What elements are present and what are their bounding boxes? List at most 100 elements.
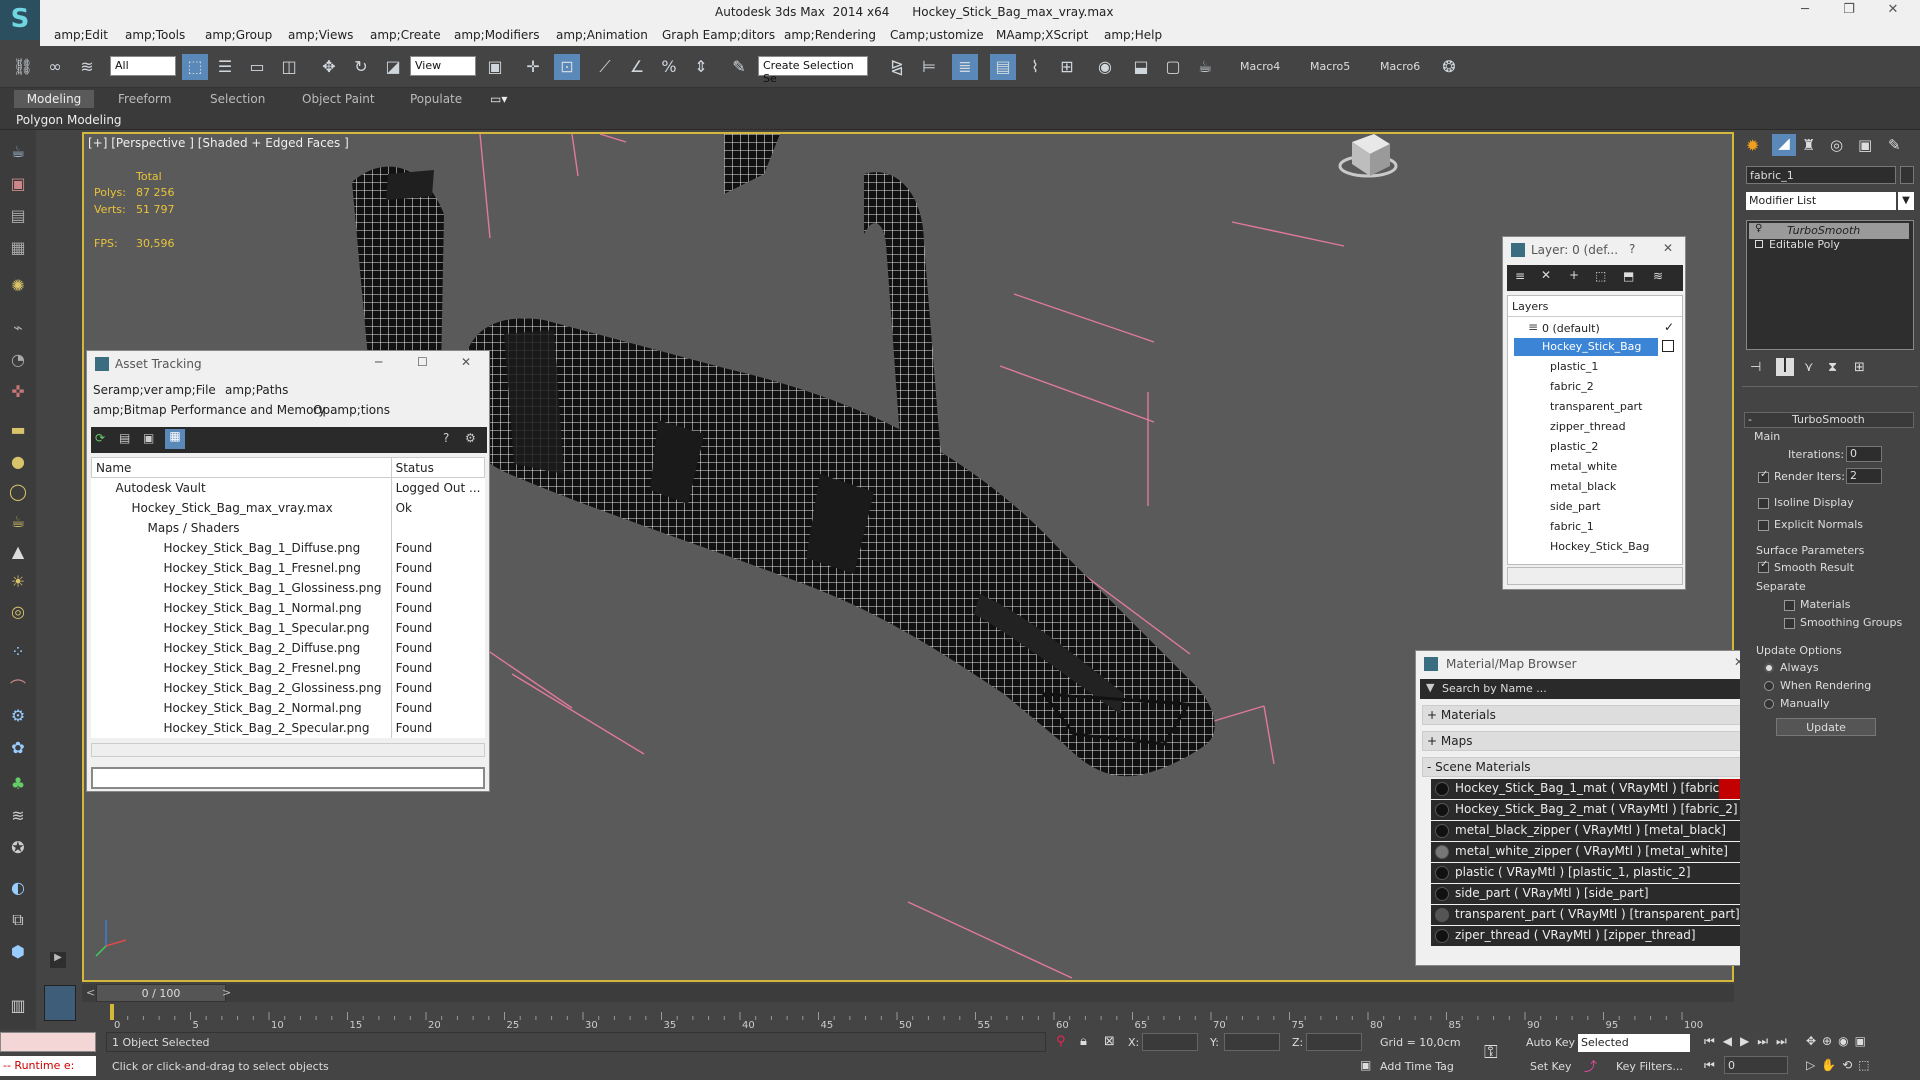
new-layer-icon[interactable]: ≡ xyxy=(1515,269,1525,283)
table-row[interactable]: Hockey_Stick_Bag_2_Specular.png Found xyxy=(92,717,485,738)
move-icon[interactable]: ✥ xyxy=(316,54,342,80)
list-item[interactable]: metal_black_zipper ( VRayMtl ) [metal_bl… xyxy=(1431,821,1743,841)
delete-layer-icon[interactable]: ✕ xyxy=(1541,268,1551,282)
polygon-modeling-label[interactable]: Polygon Modeling xyxy=(16,113,122,127)
motion-tab-icon[interactable]: ◎ xyxy=(1830,136,1843,154)
reference-coordinate-dropdown[interactable]: View xyxy=(410,56,476,76)
asset-menu-server[interactable]: Seramp;ver xyxy=(93,383,163,397)
menu-help[interactable]: amp;Help xyxy=(1104,28,1162,42)
rendered-frame-window-icon[interactable]: ▢ xyxy=(1160,54,1186,80)
refresh-icon[interactable]: ⟳ xyxy=(95,431,105,445)
render-setup-icon[interactable]: ⬓ xyxy=(1128,54,1154,80)
pivot-center-icon[interactable]: ▣ xyxy=(482,54,508,80)
tab-freeform[interactable]: Freeform xyxy=(118,92,171,106)
select-object-icon[interactable]: ⬚ xyxy=(182,54,208,80)
x-coordinate-field[interactable] xyxy=(1142,1033,1198,1051)
display-tab-icon[interactable]: ▣ xyxy=(1858,136,1872,154)
asset-minimize-button[interactable]: ─ xyxy=(375,355,382,369)
asset-horizontal-scrollbar[interactable] xyxy=(91,743,485,757)
auto-key-button[interactable]: Auto Key xyxy=(1526,1036,1575,1049)
grid-tool-icon[interactable]: ▦ xyxy=(6,238,30,262)
lightbulb-icon[interactable]: ♀ xyxy=(1755,223,1762,234)
unlink-icon[interactable]: ∞ xyxy=(42,54,68,80)
playback-controls[interactable]: ⏮◀▶⏭⏭ xyxy=(1704,1034,1795,1049)
key-mode-toggle-icon[interactable]: ⏮ xyxy=(1704,1058,1715,1073)
list-item[interactable]: ziper_thread ( VRayMtl ) [zipper_thread] xyxy=(1431,926,1743,946)
macro5-button[interactable]: Macro5 xyxy=(1310,60,1350,73)
isoline-checkbox[interactable] xyxy=(1758,498,1769,509)
materials-checkbox[interactable] xyxy=(1784,600,1795,611)
asset-path-field[interactable] xyxy=(91,767,485,789)
scene-explorer-icon[interactable]: ▥ xyxy=(6,996,30,1020)
iterations-spinner[interactable]: 0 xyxy=(1846,446,1882,462)
layer-child-fabric-1[interactable]: fabric_1 xyxy=(1550,520,1594,533)
absolute-mode-icon[interactable]: ⊠ xyxy=(1104,1034,1115,1049)
menu-maxscript[interactable]: MAamp;XScript xyxy=(996,28,1088,42)
table-row[interactable]: Maps / Shaders xyxy=(92,517,485,538)
mirror-icon[interactable]: ⧎ xyxy=(884,54,910,80)
add-to-layer-icon[interactable]: + xyxy=(1569,268,1579,282)
prev-frame-arrow-icon[interactable]: < xyxy=(86,986,95,999)
table-row[interactable]: Hockey_Stick_Bag_1_Glossiness.png Found xyxy=(92,577,485,598)
maxscript-listener-top[interactable] xyxy=(0,1032,96,1052)
list-view-icon[interactable]: ▤ xyxy=(119,431,130,445)
asset-close-button[interactable]: ✕ xyxy=(461,355,471,369)
asset-menu-file[interactable]: amp;File xyxy=(165,383,216,397)
bind-space-warp-icon[interactable]: ≋ xyxy=(74,54,100,80)
layer-close-button[interactable]: ✕ xyxy=(1663,241,1673,255)
asset-maximize-button[interactable]: ☐ xyxy=(417,355,428,369)
hide-all-icon[interactable]: ≋ xyxy=(1653,269,1663,283)
key-mode-dropdown[interactable]: Selected xyxy=(1578,1034,1690,1052)
z-coordinate-field[interactable] xyxy=(1306,1033,1362,1051)
layer-child-metal-black[interactable]: metal_black xyxy=(1550,480,1616,493)
key-curve-icon[interactable]: ⤴ xyxy=(1584,1056,1597,1075)
material-editor-icon[interactable]: ◉ xyxy=(1092,54,1118,80)
sun-tool-icon[interactable]: ☀ xyxy=(6,572,30,596)
layer-child-metal-white[interactable]: metal_white xyxy=(1550,460,1617,473)
layer-help-button[interactable]: ? xyxy=(1629,242,1635,256)
render-tool-icon[interactable]: ▣ xyxy=(6,174,30,198)
utilities-tab-icon[interactable]: ✎ xyxy=(1888,136,1901,154)
teapot-object-icon[interactable]: ☕ xyxy=(6,512,30,536)
current-frame-marker[interactable] xyxy=(110,1004,114,1020)
render-env-icon[interactable]: ⬢ xyxy=(6,942,30,966)
schematic-view-icon[interactable]: ⊞ xyxy=(1054,54,1080,80)
modifier-list-dropdown[interactable]: Modifier List xyxy=(1746,192,1896,210)
select-manipulate-icon[interactable]: ✛ xyxy=(520,54,546,80)
show-end-result-icon[interactable]: ┃ xyxy=(1776,358,1794,376)
geosphere-tool-icon[interactable]: ◯ xyxy=(6,482,30,506)
layer-manager-icon[interactable]: ≣ xyxy=(952,54,978,80)
add-time-tag-button[interactable]: Add Time Tag xyxy=(1380,1060,1454,1073)
globe-tool-icon[interactable]: ◐ xyxy=(6,878,30,902)
select-in-layer-icon[interactable]: ⬚ xyxy=(1595,269,1606,283)
layer-child-fabric-2[interactable]: fabric_2 xyxy=(1550,380,1594,393)
named-selection-dropdown[interactable]: Create Selection Se xyxy=(758,56,868,85)
link-icon[interactable]: ⛓ xyxy=(10,54,36,80)
menu-graph-editors[interactable]: Graph Eamp;ditors xyxy=(662,28,775,42)
layer-child-side-part[interactable]: side_part xyxy=(1550,500,1601,513)
batch-tool-icon[interactable]: ⧉ xyxy=(6,910,30,934)
restore-button[interactable]: ❐ xyxy=(1834,2,1864,22)
menu-animation[interactable]: amp;Animation xyxy=(556,28,648,42)
set-key-button[interactable]: Set Key xyxy=(1530,1060,1572,1073)
settings-icon[interactable]: ⚙ xyxy=(465,431,476,445)
remove-modifier-icon[interactable]: ⧗ xyxy=(1828,360,1837,375)
table-row[interactable]: Autodesk Vault Logged Out ... xyxy=(92,477,485,498)
sphere-tool-icon[interactable]: ● xyxy=(6,452,30,476)
tab-modeling[interactable]: Modeling xyxy=(14,90,94,108)
layer-visibility-box[interactable] xyxy=(1662,340,1674,352)
y-coordinate-field[interactable] xyxy=(1224,1033,1280,1051)
create-tab-icon[interactable]: ✹ xyxy=(1746,136,1759,155)
key-filters-button[interactable]: Key Filters... xyxy=(1616,1060,1683,1073)
render-iters-spinner[interactable]: 2 xyxy=(1846,468,1882,484)
smoothing-groups-checkbox[interactable] xyxy=(1784,618,1795,629)
scale-icon[interactable]: ◪ xyxy=(380,54,406,80)
bend-tool-icon[interactable]: ⌒ xyxy=(6,674,30,698)
hierarchy-tab-icon[interactable]: ♜ xyxy=(1802,136,1815,154)
table-row[interactable]: Hockey_Stick_Bag_max_vray.max Ok xyxy=(92,497,485,518)
cone-tool-icon[interactable]: ▲ xyxy=(6,542,30,566)
light-tool-icon[interactable]: ✺ xyxy=(6,276,30,300)
hierarchy-tool-icon[interactable]: ⚙ xyxy=(6,706,30,730)
table-row[interactable]: Hockey_Stick_Bag_1_Specular.png Found xyxy=(92,617,485,638)
spinner-snap-icon[interactable]: ⇕ xyxy=(688,54,714,80)
